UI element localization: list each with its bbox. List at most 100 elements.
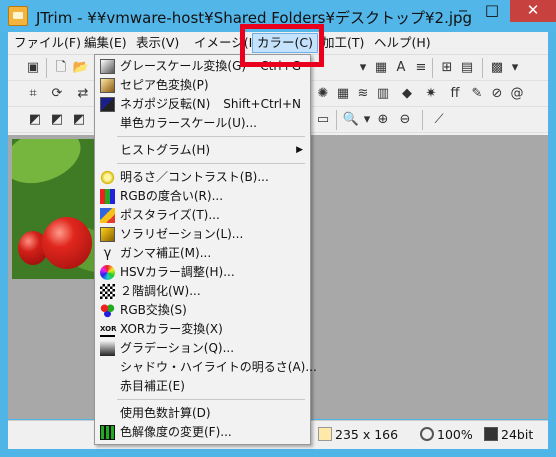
open-folder-icon[interactable]: 📂 <box>72 59 90 77</box>
menu-item-gamma[interactable]: γ ガンマ補正(M)... <box>96 244 309 263</box>
menu-item-label: ネガポジ反転(N) <box>120 97 211 111</box>
menu-item-label: RGBの度合い(R)... <box>120 189 224 203</box>
font-icon[interactable]: A <box>392 59 410 77</box>
toolbar-separator <box>432 58 433 78</box>
close-button[interactable]: ✕ <box>510 0 556 22</box>
jtrim-app-icon[interactable] <box>8 6 28 26</box>
menu-item-rgb-level[interactable]: RGBの度合い(R)... <box>96 187 309 206</box>
menu-item-solarization[interactable]: ソラリゼーション(L)... <box>96 225 309 244</box>
align-icon[interactable]: ≡ <box>412 59 430 77</box>
menu-item-color-depth[interactable]: 色解像度の変更(F)... <box>96 423 309 442</box>
toolbar-separator <box>336 110 337 130</box>
menu-item-gradation[interactable]: グラデーション(Q)... <box>96 339 309 358</box>
grayscale-icon <box>100 59 115 74</box>
menu-item-monochrome-scale[interactable]: 単色カラースケール(U)... <box>96 114 309 133</box>
flip-icon[interactable]: ⇄ <box>74 85 92 103</box>
crop-icon[interactable]: ⌗ <box>24 85 42 103</box>
photo-cherry <box>42 217 92 269</box>
magnifier-icon <box>420 427 434 441</box>
wave-icon[interactable]: ≋ <box>354 85 372 103</box>
sepia-toolbar-icon[interactable]: ◩ <box>48 111 66 129</box>
menu-item-label: ヒストグラム(H) <box>120 143 211 157</box>
menu-item-rgb-swap[interactable]: RGB交換(S) <box>96 301 309 320</box>
menu-edit[interactable]: 編集(E) <box>84 35 127 51</box>
menu-item-label: グラデーション(Q)... <box>120 341 235 355</box>
menu-item-shortcut: Shift+Ctrl+N <box>223 97 301 111</box>
bit-depth-value: 24bit <box>501 427 534 442</box>
noise-icon[interactable]: ✷ <box>422 85 440 103</box>
solarization-icon <box>100 227 115 242</box>
dropdown-arrow-icon[interactable]: ▾ <box>354 59 372 77</box>
rgb-level-icon <box>100 189 115 204</box>
minimize-button[interactable]: ‒ <box>448 0 478 22</box>
bit-depth-status: 24bit <box>484 427 533 442</box>
text-tool-icon[interactable]: ▦ <box>372 59 390 77</box>
toolbar-separator <box>482 58 483 78</box>
menu-item-negative[interactable]: ネガポジ反転(N) Shift+Ctrl+N <box>96 95 309 114</box>
menu-item-xor[interactable]: XOR XORカラー変換(X) <box>96 320 309 339</box>
filmstrip-icon[interactable]: ▤ <box>458 59 476 77</box>
image-size-icon <box>318 427 332 441</box>
menu-item-label: ソラリゼーション(L)... <box>120 227 244 241</box>
dropdown-arrow-icon[interactable]: ▾ <box>506 59 524 77</box>
menu-item-label: 色解像度の変更(F)... <box>120 425 232 439</box>
maximize-button[interactable]: □ <box>478 0 506 22</box>
image-size-value: 235 x 166 <box>335 427 399 442</box>
menu-item-binarize[interactable]: ２階調化(W)... <box>96 282 309 301</box>
eraser-icon[interactable]: ⊘ <box>488 85 506 103</box>
grid-icon[interactable]: ⊞ <box>438 59 456 77</box>
layout-icon[interactable]: ▩ <box>488 59 506 77</box>
zoom-status: 100% <box>420 427 473 442</box>
mosaic-icon[interactable]: ▦ <box>334 85 352 103</box>
color-grid-icon <box>484 427 498 441</box>
grayscale-toolbar-icon[interactable]: ◩ <box>26 111 44 129</box>
menu-item-sepia[interactable]: セピア色変換(P) <box>96 76 309 95</box>
menu-item-label: セピア色変換(P) <box>120 78 209 92</box>
pen-icon[interactable]: ✎ <box>468 85 486 103</box>
photo-leaf <box>12 139 89 194</box>
menu-item-label: RGB交換(S) <box>120 303 187 317</box>
effect-icon[interactable]: ✺ <box>314 85 332 103</box>
zoom-value: 100% <box>437 427 473 442</box>
hsv-icon <box>100 265 115 280</box>
pattern-icon[interactable]: ff <box>446 85 464 103</box>
new-file-icon[interactable]: 🗋 <box>52 59 70 77</box>
highlight-frame <box>240 24 324 67</box>
menu-file[interactable]: ファイル(F) <box>14 35 81 51</box>
sharpen-icon[interactable]: ◆ <box>398 85 416 103</box>
spiral-icon[interactable]: @ <box>508 85 526 103</box>
zoom-out-icon[interactable]: ⊖ <box>396 111 414 129</box>
frame-icon[interactable]: ▭ <box>314 111 332 129</box>
binarize-icon <box>100 284 115 299</box>
xor-icon: XOR <box>100 322 117 337</box>
emboss-icon[interactable]: ▥ <box>374 85 392 103</box>
menu-item-label: 赤目補正(E) <box>120 379 185 393</box>
app-window: JTrim - ¥¥vmware-host¥Shared Folders¥デスク… <box>0 0 556 457</box>
menu-item-color-count[interactable]: 使用色数計算(D) <box>96 404 309 423</box>
rotate-icon[interactable]: ⟳ <box>48 85 66 103</box>
menu-item-red-eye[interactable]: 赤目補正(E) <box>96 377 309 396</box>
brightness-icon <box>100 170 115 185</box>
menu-item-hsv[interactable]: HSVカラー調整(H)... <box>96 263 309 282</box>
color-menu-dropdown: グレースケール変換(G) Ctrl+G セピア色変換(P) ネガポジ反転(N) … <box>94 54 317 445</box>
menu-process[interactable]: 加工(T) <box>322 35 364 51</box>
menu-view[interactable]: 表示(V) <box>136 35 179 51</box>
capture-icon[interactable]: ▣ <box>24 59 42 77</box>
menu-separator <box>117 136 305 137</box>
gradation-icon <box>100 341 115 356</box>
image-size-status: 235 x 166 <box>318 427 398 442</box>
menu-item-label: シャドウ・ハイライトの明るさ(A)... <box>120 360 317 374</box>
menu-item-shadow-highlight[interactable]: シャドウ・ハイライトの明るさ(A)... <box>96 358 317 377</box>
zoom-in-icon[interactable]: ⊕ <box>374 111 392 129</box>
menu-item-posterize[interactable]: ポスタライズ(T)... <box>96 206 309 225</box>
menu-item-label: XORカラー変換(X) <box>120 322 223 336</box>
menu-item-label: ガンマ補正(M)... <box>120 246 212 260</box>
negative-toolbar-icon[interactable]: ◩ <box>70 111 88 129</box>
menu-item-brightness[interactable]: 明るさ／コントラスト(B)... <box>96 168 309 187</box>
menu-item-label: 単色カラースケール(U)... <box>120 116 257 130</box>
menu-help[interactable]: ヘルプ(H) <box>374 35 431 51</box>
menu-item-label: ２階調化(W)... <box>120 284 201 298</box>
menu-item-label: HSVカラー調整(H)... <box>120 265 235 279</box>
menu-item-histogram[interactable]: ヒストグラム(H) ▶ <box>96 141 309 160</box>
eyedropper-icon[interactable]: ⟋ <box>430 111 448 129</box>
